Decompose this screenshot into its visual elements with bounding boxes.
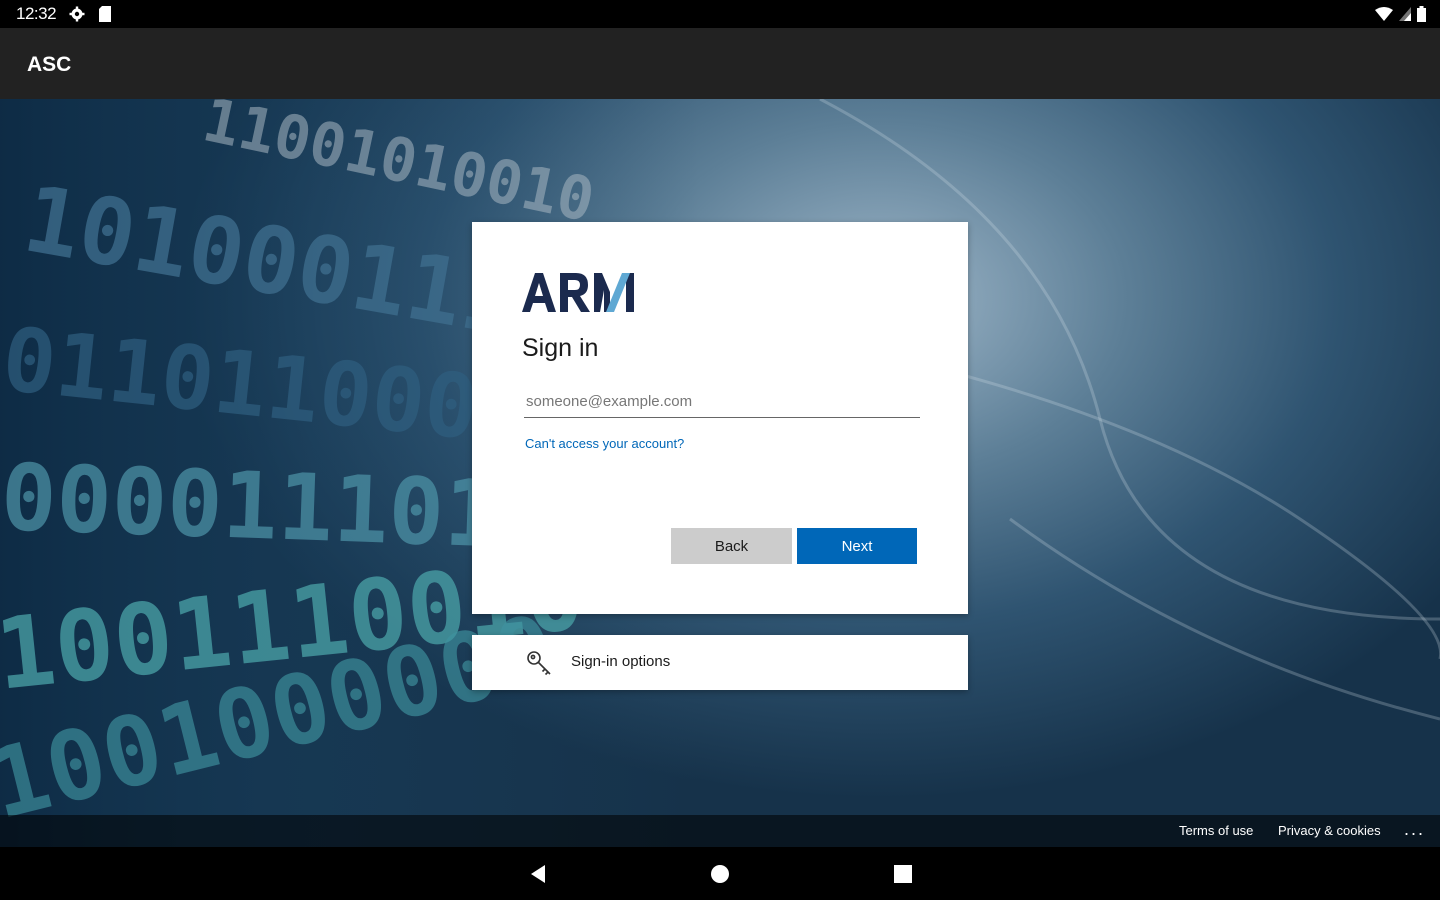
more-options-button[interactable]: ... bbox=[1404, 819, 1425, 840]
company-logo bbox=[522, 273, 634, 312]
sd-card-icon bbox=[99, 6, 111, 22]
system-nav-bar bbox=[0, 847, 1440, 900]
back-nav-icon[interactable] bbox=[527, 863, 549, 885]
app-bar: ASC bbox=[0, 28, 1440, 99]
recents-nav-icon[interactable] bbox=[892, 863, 914, 885]
status-time: 12:32 bbox=[16, 4, 57, 23]
status-bar: 12:32 bbox=[0, 0, 1440, 28]
terms-of-use-link[interactable]: Terms of use bbox=[1179, 823, 1253, 838]
key-icon bbox=[527, 651, 551, 676]
next-button[interactable]: Next bbox=[797, 528, 917, 564]
back-button[interactable]: Back bbox=[671, 528, 792, 564]
signin-options-button[interactable]: Sign-in options bbox=[472, 635, 968, 690]
battery-icon bbox=[1417, 6, 1426, 22]
cell-signal-icon bbox=[1399, 7, 1411, 21]
signin-options-label: Sign-in options bbox=[571, 653, 671, 670]
email-input[interactable] bbox=[524, 385, 920, 418]
page-footer: Terms of use Privacy & cookies ... bbox=[0, 815, 1440, 847]
cant-access-account-link[interactable]: Can't access your account? bbox=[525, 436, 684, 451]
settings-icon bbox=[69, 6, 85, 22]
wifi-icon bbox=[1375, 7, 1393, 21]
signin-title: Sign in bbox=[522, 334, 599, 362]
privacy-cookies-link[interactable]: Privacy & cookies bbox=[1278, 823, 1381, 838]
signin-card: Sign in Can't access your account? Back … bbox=[472, 222, 968, 614]
app-title: ASC bbox=[27, 53, 72, 76]
status-right-icons bbox=[1375, 5, 1426, 23]
home-nav-icon[interactable] bbox=[709, 863, 731, 885]
